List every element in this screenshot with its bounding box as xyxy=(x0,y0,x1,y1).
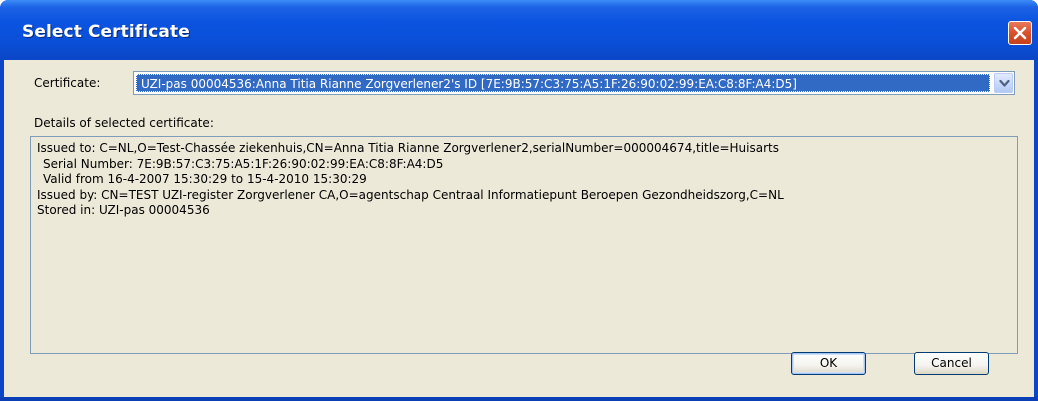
issued-by-line: Issued by: CN=TEST UZI-register Zorgverl… xyxy=(37,187,784,202)
window-frame-bottom xyxy=(0,397,1038,401)
window-frame-right xyxy=(1034,60,1038,401)
dialog-body: Certificate: UZI-pas 00004536:Anna Titia… xyxy=(4,60,1034,397)
issued-to-line: Issued to: C=NL,O=Test-Chassée ziekenhui… xyxy=(37,141,779,155)
validity-line: Valid from 16-4-2007 15:30:29 to 15-4-20… xyxy=(43,172,367,186)
certificate-selected-value: UZI-pas 00004536:Anna Titia Rianne Zorgv… xyxy=(136,74,990,92)
close-icon xyxy=(1013,26,1027,40)
title-bar[interactable]: Select Certificate xyxy=(0,0,1038,60)
ok-button[interactable]: OK xyxy=(791,352,866,375)
select-certificate-dialog: Select Certificate Certificate: UZI-pas … xyxy=(0,0,1038,401)
certificate-label: Certificate: xyxy=(34,76,101,90)
cancel-button[interactable]: Cancel xyxy=(914,352,989,375)
details-label: Details of selected certificate: xyxy=(34,116,214,130)
window-title: Select Certificate xyxy=(22,22,190,42)
chevron-down-icon xyxy=(999,79,1010,87)
close-button[interactable] xyxy=(1008,21,1032,45)
certificate-dropdown-button[interactable] xyxy=(994,73,1013,93)
certificate-select[interactable]: UZI-pas 00004536:Anna Titia Rianne Zorgv… xyxy=(133,71,1015,95)
certificate-details-text[interactable]: Issued to: C=NL,O=Test-Chassée ziekenhui… xyxy=(30,136,1018,354)
serial-number-line: Serial Number: 7E:9B:57:C3:75:A5:1F:26:9… xyxy=(43,156,444,171)
stored-in-line: Stored in: UZI-pas 00004536 xyxy=(37,203,210,217)
